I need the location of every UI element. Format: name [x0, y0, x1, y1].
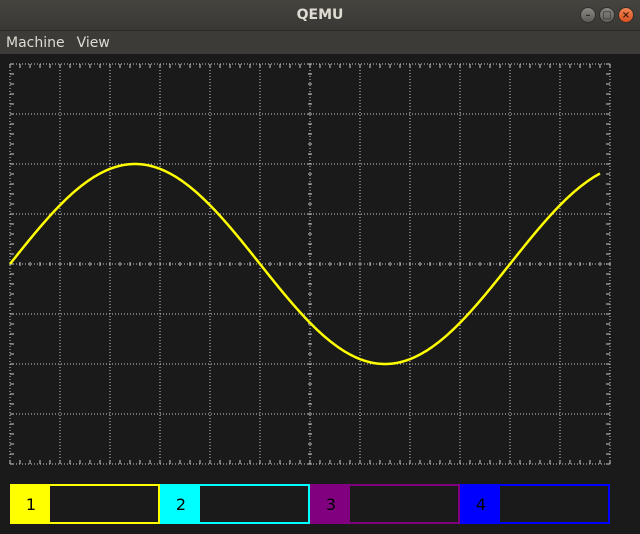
menu-bar: Machine View [0, 31, 640, 54]
window-controls: – □ × [580, 7, 634, 23]
channel-3-box[interactable]: 3 [310, 484, 460, 524]
channel-selector: 1 2 3 4 [10, 484, 610, 524]
channel-4-label: 4 [462, 486, 500, 522]
close-icon[interactable]: × [618, 7, 634, 23]
window-titlebar[interactable]: QEMU – □ × [0, 0, 640, 31]
menu-view[interactable]: View [71, 35, 116, 51]
channel-4-box[interactable]: 4 [460, 484, 610, 524]
channel-1-label: 1 [12, 486, 50, 522]
window-title: QEMU [296, 7, 344, 23]
channel-1-box[interactable]: 1 [10, 484, 160, 524]
menu-machine[interactable]: Machine [0, 35, 71, 51]
channel-1-body [50, 486, 158, 522]
oscilloscope-display [0, 54, 640, 534]
channel-3-label: 3 [312, 486, 350, 522]
channel-2-box[interactable]: 2 [160, 484, 310, 524]
oscilloscope-screen [9, 63, 611, 465]
maximize-icon[interactable]: □ [599, 7, 615, 23]
channel-2-label: 2 [162, 486, 200, 522]
minimize-icon[interactable]: – [580, 7, 596, 23]
channel-4-body [500, 486, 608, 522]
channel-2-body [200, 486, 308, 522]
channel-3-body [350, 486, 458, 522]
